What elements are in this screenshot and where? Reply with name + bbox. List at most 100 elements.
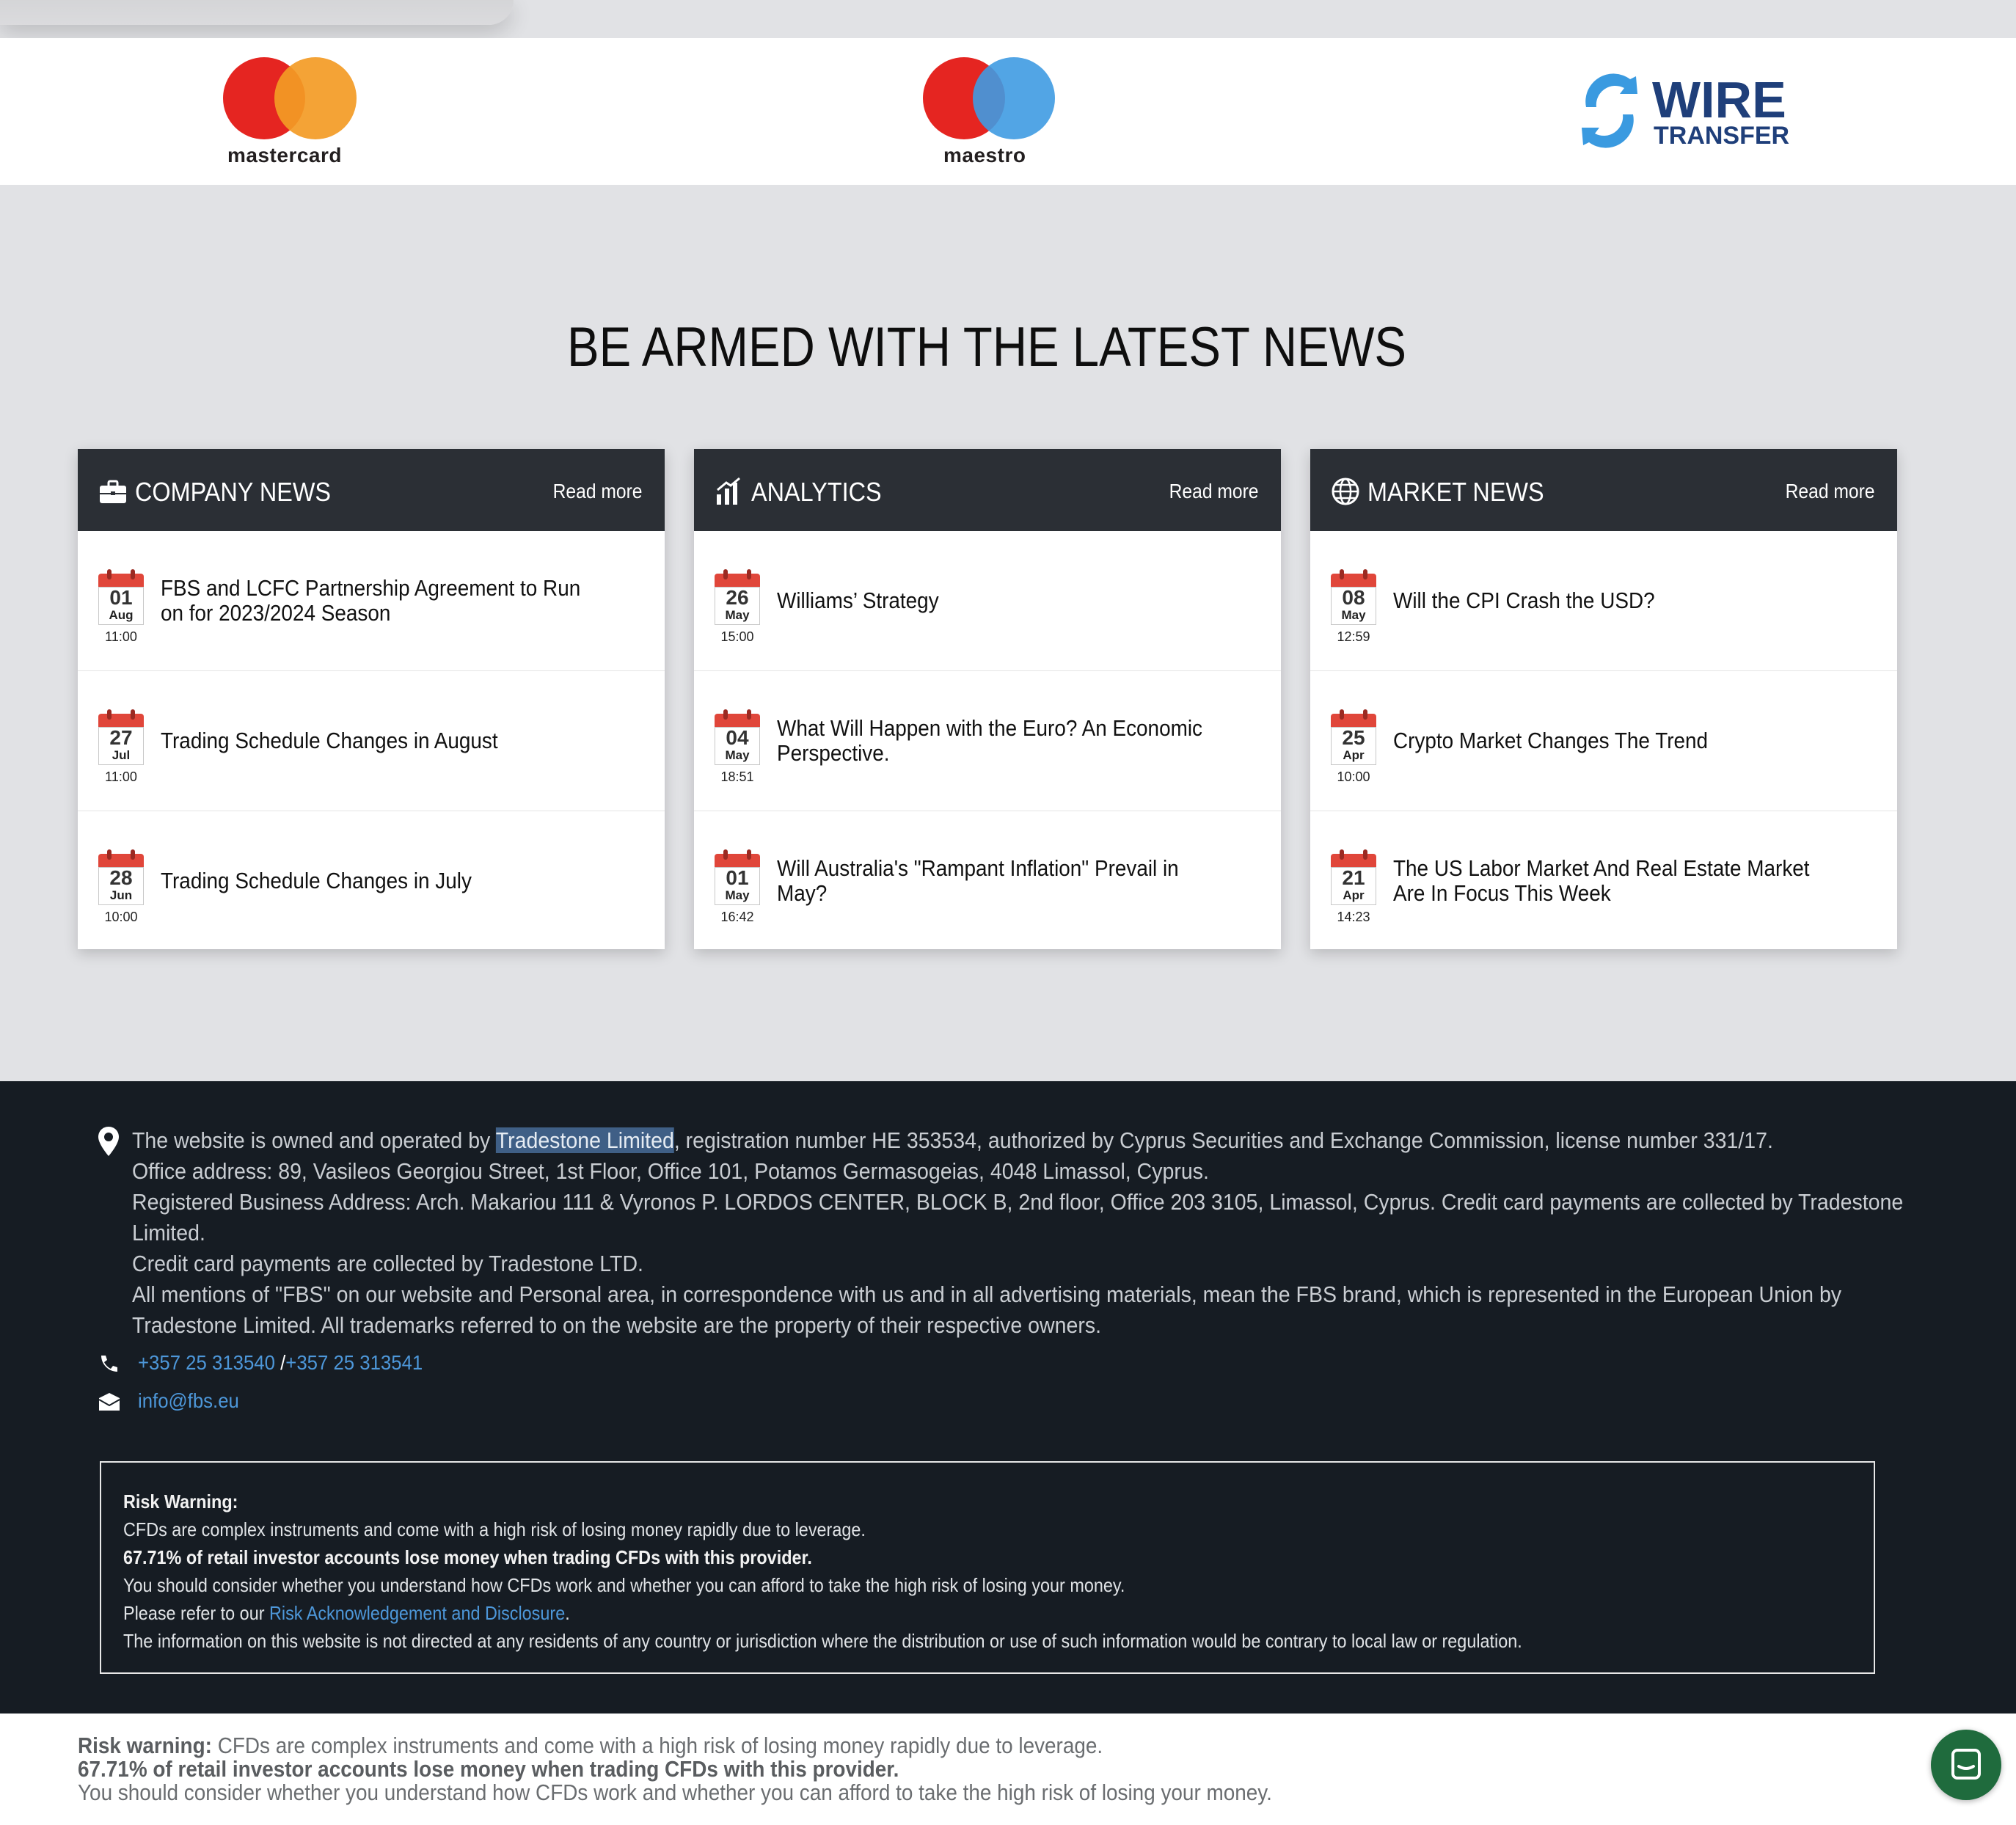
news-day: 04 — [726, 726, 749, 749]
calendar-icon: 26 May — [715, 569, 760, 625]
brand-mentions: All mentions of "FBS" on our website and… — [132, 1281, 1842, 1307]
read-more-link[interactable]: Read more — [1169, 480, 1259, 503]
top-shadow — [0, 0, 514, 25]
news-item[interactable]: 01 Aug 11:00 FBS and LCFC Partnership Agree… — [78, 531, 665, 671]
news-day: 26 — [726, 586, 749, 609]
news-day: 01 — [726, 866, 749, 889]
news-month: May — [725, 748, 750, 762]
mastercard-wordmark: mastercard — [227, 144, 342, 167]
news-card-analytics: ANALYTICS Read more 26 May 15:00 Williams’ St… — [694, 449, 1281, 949]
risk-line-4: Please refer to our Risk Acknowledgement… — [123, 1602, 570, 1624]
card-title: ANALYTICS — [751, 477, 882, 507]
wire-transfer-logo: WIRE TRANSFER — [1579, 57, 1799, 175]
risk-line-3: You should consider whether you understa… — [123, 1574, 1125, 1596]
risk-line-2: 67.71% of retail investor accounts lose … — [123, 1546, 812, 1568]
location-pin-icon — [98, 1127, 119, 1156]
highlighted-company-name: Tradestone Limited — [495, 1127, 674, 1153]
email-link[interactable]: info@fbs.eu — [138, 1389, 239, 1412]
bar-chart-icon — [715, 477, 744, 506]
phone-icon — [101, 1356, 117, 1372]
news-day: 25 — [1342, 726, 1365, 749]
news-time: 15:00 — [720, 629, 754, 644]
news-card-company-news: COMPANY NEWS Read more 01 Aug 11:00 FBS and L… — [78, 449, 665, 949]
news-title-link[interactable]: Williams’ Strategy — [777, 588, 1204, 613]
news-day: 28 — [109, 866, 133, 889]
registered-address: Registered Business Address: Arch. Makar… — [132, 1189, 1904, 1215]
news-time: 11:00 — [105, 769, 137, 784]
news-item[interactable]: 28 Jun 10:00 Trading Schedule Changes in Ju… — [78, 811, 665, 951]
news-title-link[interactable]: Will Australia's "Rampant Inflation" Pre… — [777, 856, 1204, 906]
news-item[interactable]: 21 Apr 14:23 The US Labor Market And Real E… — [1310, 811, 1897, 951]
calendar-icon: 01 May — [715, 849, 760, 905]
card-header: COMPANY NEWS Read more — [78, 449, 665, 531]
news-day: 01 — [109, 586, 133, 609]
news-item[interactable]: 01 May 16:42 Will Australia's "Rampant Infl… — [694, 811, 1281, 951]
news-item[interactable]: 27 Jul 11:00 Trading Schedule Changes in Au… — [78, 671, 665, 811]
wire-arrows-icon — [1582, 73, 1637, 148]
news-time: 11:00 — [105, 629, 137, 644]
news-title-link[interactable]: Trading Schedule Changes in July — [161, 868, 588, 893]
office-address: Office address: 89, Vasileos Georgiou St… — [132, 1158, 1209, 1184]
news-month: May — [1341, 608, 1366, 622]
company-info: The website is owned and operated by Tra… — [132, 1125, 1907, 1341]
read-more-link[interactable]: Read more — [1786, 480, 1875, 503]
news-title-link[interactable]: Trading Schedule Changes in August — [161, 728, 588, 753]
card-header: ANALYTICS Read more — [694, 449, 1281, 531]
calendar-icon: 21 Apr — [1331, 849, 1376, 905]
mastercard-logo: mastercard — [220, 57, 367, 175]
news-item[interactable]: 04 May 18:51 What Will Happen with the Euro… — [694, 671, 1281, 811]
top-strip — [0, 0, 2016, 38]
news-time: 10:00 — [1337, 769, 1370, 784]
sticky-risk-line-1: Risk warning: CFDs are complex instrumen… — [78, 1733, 1103, 1758]
globe-icon — [1331, 477, 1360, 506]
news-time: 18:51 — [720, 769, 754, 784]
chat-icon — [1951, 1749, 1981, 1780]
wire-word: WIRE — [1652, 71, 1786, 128]
chat-button[interactable] — [1931, 1730, 2001, 1800]
maestro-wordmark: maestro — [943, 144, 1026, 167]
sticky-risk-bar: Risk warning: CFDs are complex instrumen… — [0, 1714, 2016, 1825]
payment-methods-band: mastercard maestro WIRE TRANSFER — [0, 38, 2016, 185]
risk-warning-box: Risk Warning: CFDs are complex instrumen… — [100, 1461, 1875, 1674]
risk-disclosure-link[interactable]: Risk Acknowledgement and Disclosure — [269, 1602, 565, 1624]
calendar-icon: 25 Apr — [1331, 709, 1376, 765]
news-title-link[interactable]: Will the CPI Crash the USD? — [1393, 588, 1820, 613]
news-month: May — [725, 888, 750, 902]
news-card-market-news: MARKET NEWS Read more 08 May 12:59 Will the C… — [1310, 449, 1897, 949]
sticky-risk-line-2: 67.71% of retail investor accounts lose … — [78, 1756, 899, 1782]
news-month: May — [725, 608, 750, 622]
news-title-link[interactable]: FBS and LCFC Partnership Agreement to Ru… — [161, 576, 588, 626]
calendar-icon: 08 May — [1331, 569, 1376, 625]
registered-address-cont: Limited. — [132, 1220, 205, 1246]
news-title-link[interactable]: Crypto Market Changes The Trend — [1393, 728, 1820, 753]
news-time: 16:42 — [720, 910, 754, 924]
news-title-link[interactable]: The US Labor Market And Real Estate Mark… — [1393, 856, 1820, 906]
news-month: Aug — [109, 608, 134, 622]
briefcase-icon — [98, 477, 128, 506]
news-month: Jun — [109, 888, 133, 902]
calendar-icon: 01 Aug — [98, 569, 144, 625]
news-time: 12:59 — [1337, 629, 1370, 644]
news-item[interactable]: 08 May 12:59 Will the CPI Crash the USD? — [1310, 531, 1897, 671]
news-month: Jul — [112, 748, 131, 762]
phone-link-1[interactable]: +357 25 313540 — [138, 1351, 275, 1374]
read-more-link[interactable]: Read more — [553, 480, 643, 503]
calendar-icon: 04 May — [715, 709, 760, 765]
news-item[interactable]: 25 Apr 10:00 Crypto Market Changes The Tren… — [1310, 671, 1897, 811]
news-section-heading: BE ARMED WITH THE LATEST NEWS — [567, 316, 1406, 378]
sticky-risk-line-3: You should consider whether you understa… — [78, 1780, 1272, 1805]
card-header: MARKET NEWS Read more — [1310, 449, 1897, 531]
card-title: MARKET NEWS — [1367, 477, 1544, 507]
card-title: COMPANY NEWS — [135, 477, 332, 507]
news-time: 14:23 — [1337, 910, 1370, 924]
news-day: 27 — [109, 726, 133, 749]
news-time: 10:00 — [104, 910, 138, 924]
risk-warning-title: Risk Warning: — [123, 1491, 238, 1513]
news-item[interactable]: 26 May 15:00 Williams’ Strategy — [694, 531, 1281, 671]
calendar-icon: 28 Jun — [98, 849, 144, 905]
news-month: Apr — [1343, 888, 1365, 902]
news-day: 08 — [1342, 586, 1365, 609]
news-title-link[interactable]: What Will Happen with the Euro? An Econo… — [777, 716, 1204, 766]
company-info-line-1: The website is owned and operated by Tra… — [132, 1127, 1773, 1153]
phone-link-2[interactable]: +357 25 313541 — [285, 1351, 423, 1374]
